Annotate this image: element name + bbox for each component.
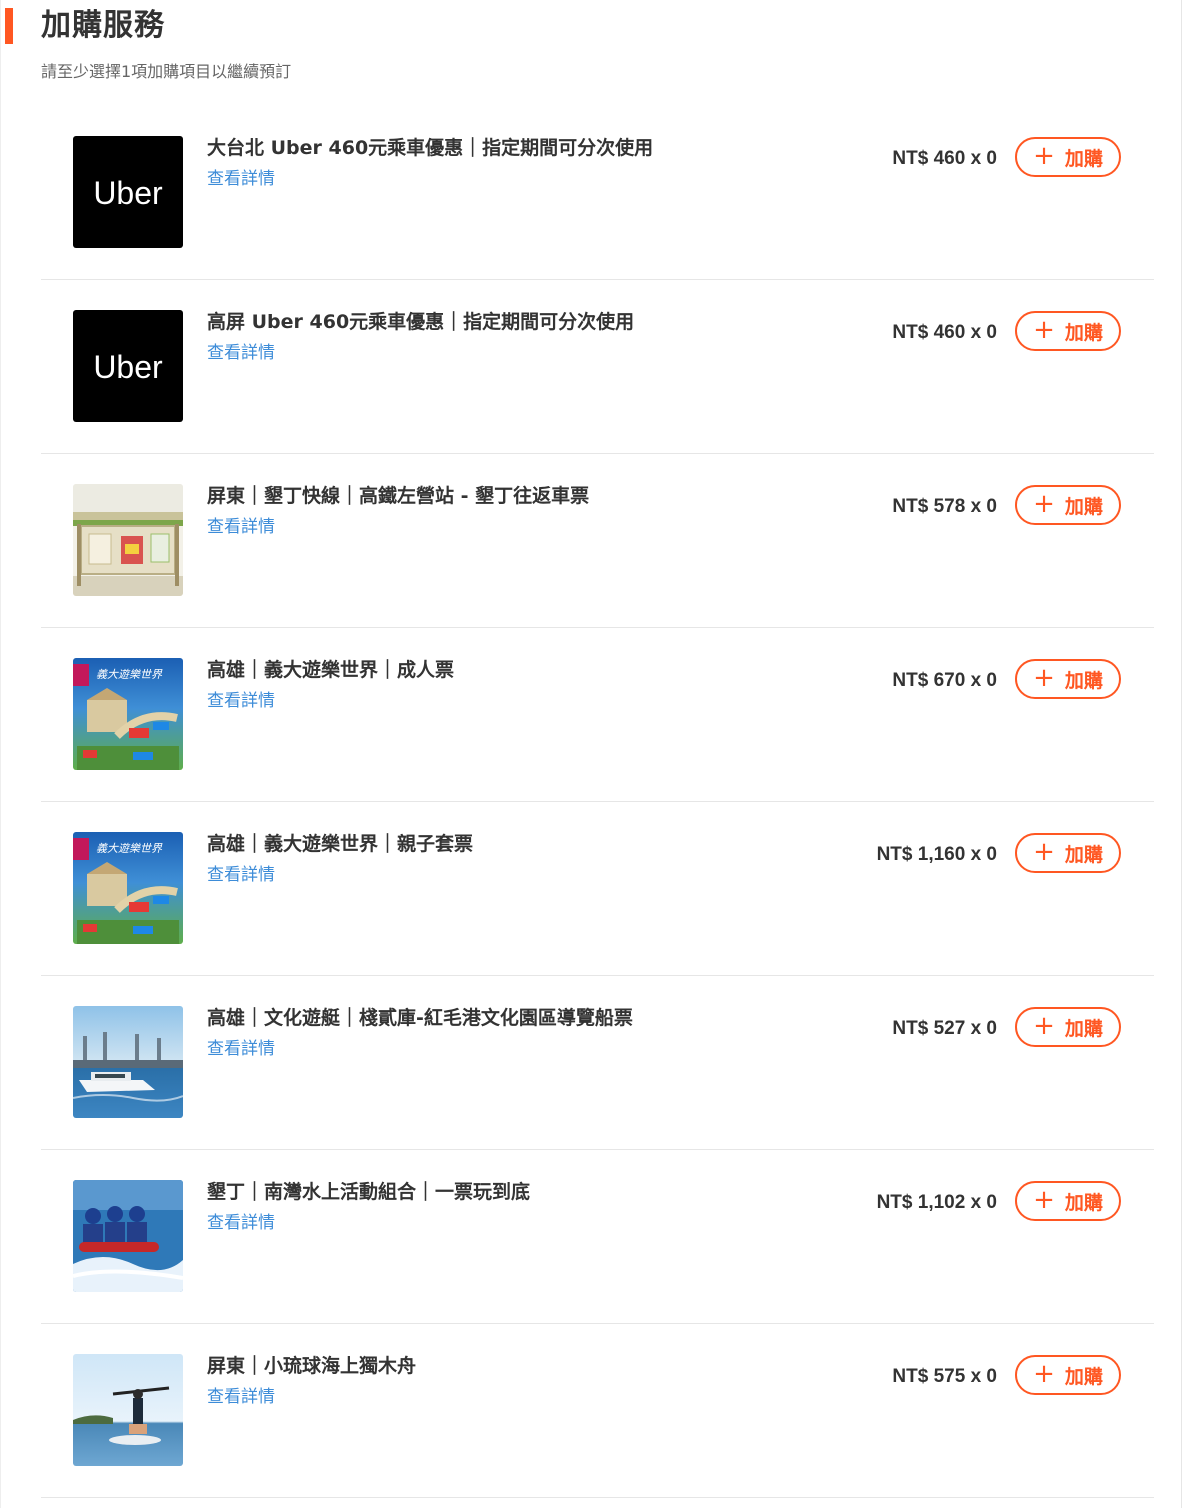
add-on-item-name: 大台北 Uber 460元乘車優惠｜指定期間可分次使用 [207, 137, 654, 159]
add-purchase-button[interactable]: + 加購 [1015, 1355, 1121, 1395]
add-on-item-name: 高雄｜義大遊樂世界｜成人票 [207, 659, 455, 681]
add-on-item-name: 高雄｜義大遊樂世界｜親子套票 [207, 833, 474, 855]
add-on-services-panel: 加購服務 請至少選擇1項加購項目以繼續預訂 Uber 大台北 Uber 460元… [0, 0, 1182, 1508]
add-purchase-button[interactable]: + 加購 [1015, 1007, 1121, 1047]
view-details-link[interactable]: 查看詳情 [207, 1036, 275, 1062]
add-on-price: NT$ 527 x 0 [892, 1018, 997, 1039]
svg-text:Uber: Uber [93, 349, 163, 385]
add-purchase-label: 加購 [1064, 147, 1103, 170]
add-on-price: NT$ 670 x 0 [892, 670, 997, 691]
add-on-price: NT$ 460 x 0 [892, 148, 997, 169]
add-purchase-label: 加購 [1064, 1191, 1103, 1214]
harbor-boat-photo [73, 1006, 183, 1118]
add-on-item-name: 屏東｜小琉球海上獨木舟 [207, 1355, 417, 1377]
add-on-item-name: 屏東｜墾丁快線｜高鐵左營站 - 墾丁往返車票 [207, 485, 590, 507]
view-details-link[interactable]: 查看詳情 [207, 340, 275, 366]
add-purchase-button[interactable]: + 加購 [1015, 311, 1121, 351]
add-on-item-name: 墾丁｜南灣水上活動組合｜一票玩到底 [207, 1181, 531, 1203]
add-on-item: 墾丁｜南灣水上活動組合｜一票玩到底 查看詳情 NT$ 1,102 x 0 + 加… [41, 1150, 1154, 1324]
add-on-item-name: 高雄｜文化遊艇｜棧貳庫-紅毛港文化園區導覽船票 [207, 1007, 633, 1029]
plus-icon: + [1033, 1358, 1055, 1389]
theme-park-photo: 義大遊樂世界 [73, 658, 183, 770]
view-details-link[interactable]: 查看詳情 [207, 166, 275, 192]
add-purchase-button[interactable]: + 加購 [1015, 137, 1121, 177]
add-on-item: 屏東｜小琉球海上獨木舟 查看詳情 NT$ 575 x 0 + 加購 [41, 1324, 1154, 1498]
add-purchase-button[interactable]: + 加購 [1015, 833, 1121, 873]
add-on-item: Uber 高屏 Uber 460元乘車優惠｜指定期間可分次使用 查看詳情 NT$… [41, 280, 1154, 454]
add-on-item: 義大遊樂世界 高雄｜義大遊樂世界｜親子套票 查看詳情 NT$ 1,160 x 0… [41, 802, 1154, 976]
add-purchase-label: 加購 [1064, 495, 1103, 518]
view-details-link[interactable]: 查看詳情 [207, 862, 275, 888]
plus-icon: + [1033, 314, 1055, 345]
view-details-link[interactable]: 查看詳情 [207, 688, 275, 714]
kayak-photo [73, 1354, 183, 1466]
bus-stop-photo [73, 484, 183, 596]
svg-text:Uber: Uber [93, 175, 163, 211]
plus-icon: + [1033, 1184, 1055, 1215]
plus-icon: + [1033, 662, 1055, 693]
add-purchase-label: 加購 [1064, 843, 1103, 866]
section-title: 加購服務 [41, 8, 165, 43]
banana-boat-photo [73, 1180, 183, 1292]
add-on-price: NT$ 460 x 0 [892, 322, 997, 343]
plus-icon: + [1033, 488, 1055, 519]
add-purchase-button[interactable]: + 加購 [1015, 485, 1121, 525]
add-purchase-label: 加購 [1064, 669, 1103, 692]
add-on-item-name: 高屏 Uber 460元乘車優惠｜指定期間可分次使用 [207, 311, 635, 333]
section-accent-bar [5, 8, 13, 44]
add-on-item: Uber 大台北 Uber 460元乘車優惠｜指定期間可分次使用 查看詳情 NT… [41, 106, 1154, 280]
add-on-price: NT$ 1,160 x 0 [876, 844, 997, 865]
view-details-link[interactable]: 查看詳情 [207, 1210, 275, 1236]
svg-text:義大遊樂世界: 義大遊樂世界 [96, 842, 163, 855]
add-purchase-label: 加購 [1064, 1365, 1103, 1388]
add-on-list: Uber 大台北 Uber 460元乘車優惠｜指定期間可分次使用 查看詳情 NT… [41, 106, 1154, 1498]
uber-logo-image: Uber [73, 310, 183, 422]
svg-text:義大遊樂世界: 義大遊樂世界 [96, 668, 163, 681]
plus-icon: + [1033, 1010, 1055, 1041]
add-on-item: 屏東｜墾丁快線｜高鐵左營站 - 墾丁往返車票 查看詳情 NT$ 578 x 0 … [41, 454, 1154, 628]
plus-icon: + [1033, 836, 1055, 867]
add-purchase-button[interactable]: + 加購 [1015, 1181, 1121, 1221]
plus-icon: + [1033, 140, 1055, 171]
add-purchase-label: 加購 [1064, 321, 1103, 344]
add-on-price: NT$ 575 x 0 [892, 1366, 997, 1387]
add-on-price: NT$ 1,102 x 0 [876, 1192, 997, 1213]
theme-park-photo: 義大遊樂世界 [73, 832, 183, 944]
section-subtitle: 請至少選擇1項加購項目以繼續預訂 [41, 62, 292, 81]
view-details-link[interactable]: 查看詳情 [207, 1384, 275, 1410]
add-on-price: NT$ 578 x 0 [892, 496, 997, 517]
add-on-item: 高雄｜文化遊艇｜棧貳庫-紅毛港文化園區導覽船票 查看詳情 NT$ 527 x 0… [41, 976, 1154, 1150]
uber-logo-image: Uber [73, 136, 183, 248]
add-on-item: 義大遊樂世界 高雄｜義大遊樂世界｜成人票 查看詳情 NT$ 670 x 0 + … [41, 628, 1154, 802]
view-details-link[interactable]: 查看詳情 [207, 514, 275, 540]
add-purchase-button[interactable]: + 加購 [1015, 659, 1121, 699]
add-purchase-label: 加購 [1064, 1017, 1103, 1040]
